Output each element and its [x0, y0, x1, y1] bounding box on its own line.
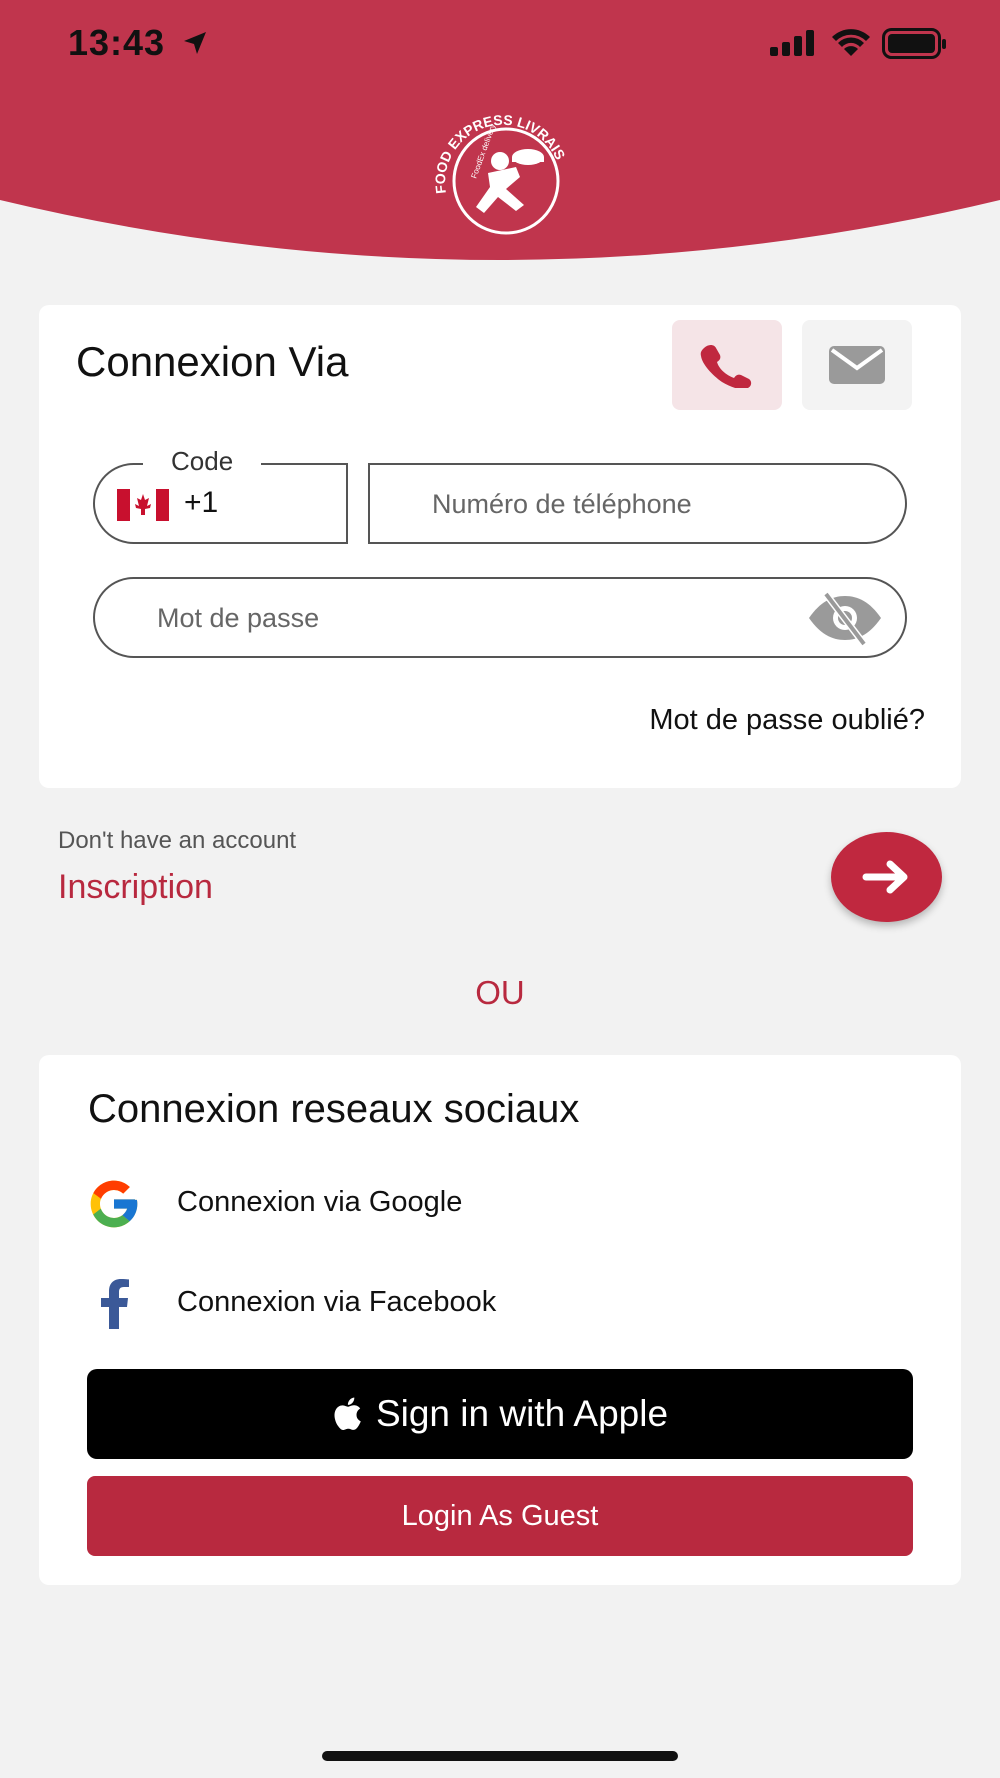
cellular-signal-icon	[770, 30, 814, 56]
signup-link[interactable]: Inscription	[58, 868, 213, 907]
password-input[interactable]	[155, 596, 779, 640]
status-time: 13:43	[68, 22, 166, 63]
apple-signin-button[interactable]: Sign in with Apple	[87, 1369, 913, 1459]
arrow-right-icon	[862, 860, 907, 894]
status-bar: 13:43	[0, 0, 1000, 90]
facebook-icon	[84, 1274, 144, 1334]
or-separator: OU	[475, 974, 525, 1011]
submit-login-button[interactable]	[831, 832, 942, 922]
phone-icon	[700, 345, 752, 388]
google-login-label: Connexion via Google	[177, 1186, 463, 1218]
home-indicator	[322, 1751, 678, 1761]
toggle-password-visibility-icon[interactable]	[806, 590, 884, 646]
login-title: Connexion Via	[76, 338, 349, 385]
apple-icon	[334, 1397, 361, 1430]
mail-icon	[829, 346, 885, 384]
facebook-login-button[interactable]: Connexion via Facebook	[84, 1274, 844, 1334]
location-arrow-icon	[184, 32, 206, 54]
google-icon	[84, 1174, 144, 1234]
canada-flag-icon	[117, 489, 169, 521]
no-account-text: Don't have an account	[58, 827, 297, 854]
apple-signin-label: Sign in with Apple	[375, 1393, 669, 1434]
guest-login-button[interactable]: Login As Guest	[87, 1476, 913, 1556]
phone-login-tab[interactable]	[672, 320, 782, 410]
brand-logo: FOOD EXPRESS LIVRAISON FoodEx delivery	[428, 115, 569, 235]
battery-icon	[882, 28, 946, 59]
social-login-title: Connexion reseaux sociaux	[88, 1087, 580, 1131]
code-label: Code	[143, 446, 262, 477]
phone-number-input[interactable]	[430, 482, 874, 526]
facebook-login-label: Connexion via Facebook	[177, 1286, 497, 1318]
google-login-button[interactable]: Connexion via Google	[84, 1174, 844, 1234]
email-login-tab[interactable]	[802, 320, 912, 410]
guest-login-label: Login As Guest	[401, 1499, 599, 1532]
forgot-password-link[interactable]: Mot de passe oublié?	[649, 704, 925, 737]
wifi-icon	[832, 29, 870, 56]
dial-code: +1	[184, 486, 219, 519]
header: 13:43 FOOD EXPRESS LIVRAISON	[0, 0, 1000, 266]
